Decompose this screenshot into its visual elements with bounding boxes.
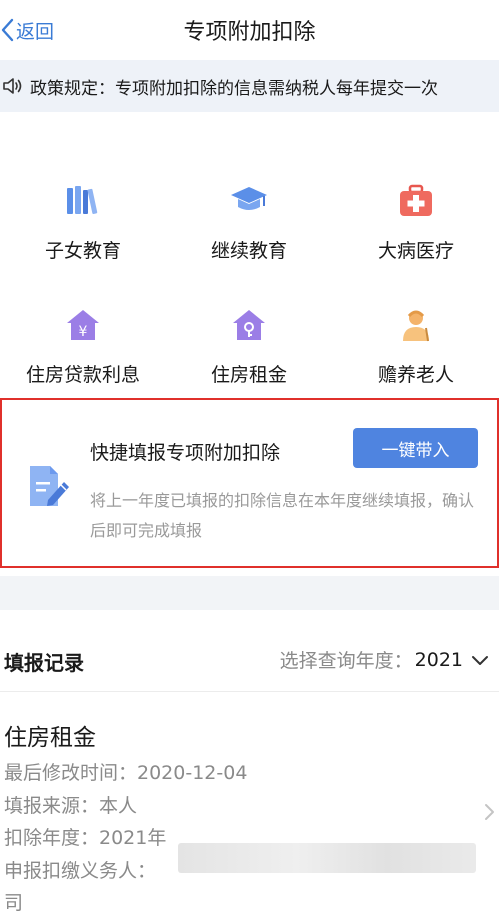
category-label: 住房租金 <box>210 364 287 386</box>
page-title: 专项附加扣除 <box>183 20 316 45</box>
record-withholder-label: 申报扣缴义务人： <box>4 860 157 882</box>
year-selector-value: 2021 <box>414 648 463 671</box>
quick-fill-description: 将上一年度已填报的扣除信息在本年度继续填报，确认后即可完成填报 <box>90 491 475 540</box>
category-label: 子女教育 <box>44 240 121 262</box>
records-header: 填报记录 选择查询年度： 2021 <box>0 610 499 692</box>
deduction-category-grid: 子女教育 继续教育 大病医疗 ¥ 住房贷款利息 住房租金 赡养老人 <box>0 112 499 387</box>
category-housing-rent[interactable]: 住房租金 <box>166 264 332 386</box>
category-label: 继续教育 <box>210 240 287 262</box>
record-item-name: 住房租金 <box>4 725 96 751</box>
category-children-education[interactable]: 子女教育 <box>0 140 166 262</box>
year-selector[interactable]: 选择查询年度： 2021 <box>280 646 489 673</box>
record-item[interactable]: 住房租金 最后修改时间：2020-12-04 填报来源：本人 扣除年度：2021… <box>0 692 499 921</box>
svg-text:¥: ¥ <box>79 324 88 340</box>
category-housing-loan-interest[interactable]: ¥ 住房贷款利息 <box>0 264 166 386</box>
category-elderly-support[interactable]: 赡养老人 <box>333 264 499 386</box>
house-key-icon <box>233 310 265 340</box>
records-title: 填报记录 <box>4 651 84 675</box>
policy-notice-banner: 政策规定：专项附加扣除的信息需纳税人每年提交一次 <box>0 60 499 112</box>
graduation-cap-icon <box>231 187 267 210</box>
category-label: 住房贷款利息 <box>25 364 140 386</box>
quick-fill-card: 快捷填报专项附加扣除 一键带入 将上一年度已填报的扣除信息在本年度继续填报，确认… <box>0 398 499 568</box>
redacted-withholder-name <box>178 843 476 873</box>
quick-fill-title: 快捷填报专项附加扣除 <box>90 442 281 464</box>
record-withholder-tail: 司 <box>4 892 24 914</box>
chevron-down-icon <box>472 655 488 665</box>
edit-document-icon <box>30 466 69 506</box>
year-selector-label: 选择查询年度： <box>279 650 413 672</box>
category-label: 大病医疗 <box>377 240 454 262</box>
record-deduction-year: 扣除年度：2021年 <box>4 827 167 849</box>
books-icon <box>67 186 98 214</box>
policy-notice-text: 政策规定：专项附加扣除的信息需纳税人每年提交一次 <box>30 78 438 99</box>
nav-bar: 返回 专项附加扣除 <box>0 0 499 60</box>
elderly-person-icon <box>403 310 429 342</box>
category-serious-illness-medical[interactable]: 大病医疗 <box>333 140 499 262</box>
category-continuing-education[interactable]: 继续教育 <box>166 140 332 262</box>
records-section: 填报记录 选择查询年度： 2021 住房租金 最后修改时间：2020-12-04… <box>0 610 499 921</box>
section-divider <box>0 576 499 610</box>
chevron-right-icon <box>485 804 494 820</box>
one-click-import-button[interactable]: 一键带入 <box>353 428 478 468</box>
medical-kit-icon <box>400 184 432 216</box>
category-label: 赡养老人 <box>377 364 454 386</box>
record-source: 填报来源：本人 <box>4 795 138 817</box>
record-modified-time: 最后修改时间：2020-12-04 <box>4 762 248 784</box>
speaker-icon <box>3 78 22 94</box>
house-yen-icon: ¥ <box>67 310 99 340</box>
